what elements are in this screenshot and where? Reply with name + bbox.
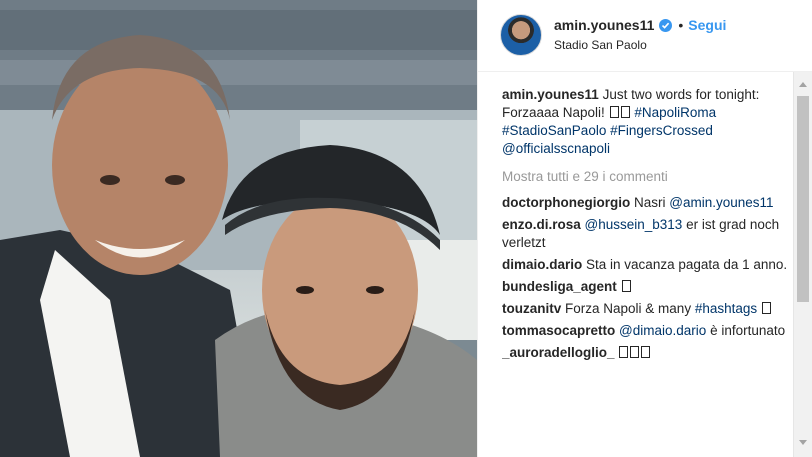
comment-username-link[interactable]: bundesliga_agent xyxy=(502,279,617,294)
scroll-up-arrow-icon[interactable] xyxy=(794,76,812,94)
comment-username-link[interactable]: dimaio.dario xyxy=(502,257,582,272)
list-item: _auroradelloglio_ xyxy=(502,344,792,362)
scroll-down-arrow-icon[interactable] xyxy=(794,433,812,451)
comment-username-link[interactable]: enzo.di.rosa xyxy=(502,217,581,232)
emoji-glyph xyxy=(621,280,631,292)
comment-text: Nasri xyxy=(634,195,666,210)
post-sidebar: amin.younes11 • Segui Stadio San Paolo a… xyxy=(477,0,812,457)
header-title-row: amin.younes11 • Segui xyxy=(554,17,726,33)
list-item: doctorphonegiorgio Nasri @amin.younes11 xyxy=(502,194,792,212)
header-username-link[interactable]: amin.younes11 xyxy=(554,17,654,33)
follow-button[interactable]: Segui xyxy=(688,17,726,33)
comment-username-link[interactable]: touzanitv xyxy=(502,301,561,316)
verified-badge-icon xyxy=(659,18,673,32)
emoji-glyph xyxy=(619,346,629,358)
comment-text: Forza Napoli & many xyxy=(565,301,692,316)
hashtag-link[interactable]: #NapoliRoma xyxy=(634,105,716,120)
hashtag-link[interactable]: #FingersCrossed xyxy=(610,123,713,138)
post-photo[interactable] xyxy=(0,0,477,457)
header-separator: • xyxy=(678,17,684,33)
mention-link[interactable]: @officialsscnapoli xyxy=(502,141,610,156)
list-item: touzanitv Forza Napoli & many #hashtags xyxy=(502,300,792,318)
mention-link[interactable]: @amin.younes11 xyxy=(669,195,773,210)
emoji-glyph xyxy=(761,302,771,314)
location-link[interactable]: Stadio San Paolo xyxy=(554,38,647,52)
emoji-glyph xyxy=(609,106,619,118)
avatar[interactable] xyxy=(500,14,542,56)
emoji-glyph xyxy=(641,346,651,358)
comment-text: Sta in vacanza pagata da 1 anno. xyxy=(586,257,788,272)
list-item: dimaio.dario Sta in vacanza pagata da 1 … xyxy=(502,256,792,274)
hashtag-link[interactable]: #StadioSanPaolo xyxy=(502,123,606,138)
comment-username-link[interactable]: doctorphonegiorgio xyxy=(502,195,630,210)
emoji-glyph xyxy=(630,346,640,358)
comments-scrollbar[interactable] xyxy=(793,72,812,457)
selfie-photo-illustration xyxy=(0,0,477,457)
post-header: amin.younes11 • Segui Stadio San Paolo xyxy=(478,0,812,72)
list-item: bundesliga_agent xyxy=(502,278,792,296)
hashtag-link[interactable]: #hashtags xyxy=(695,301,757,316)
comments-list: amin.younes11 Just two words for tonight… xyxy=(502,86,792,457)
mention-link[interactable]: @dimaio.dario xyxy=(619,323,706,338)
caption-username-link[interactable]: amin.younes11 xyxy=(502,87,599,102)
comment-text: è infortunato xyxy=(710,323,786,338)
view-all-comments-link[interactable]: Mostra tutti e 29 i commenti xyxy=(502,168,792,186)
comment-username-link[interactable]: tommasocapretto xyxy=(502,323,615,338)
list-item: tommasocapretto @dimaio.dario è infortun… xyxy=(502,322,792,340)
emoji-glyph xyxy=(620,106,630,118)
scrollbar-thumb[interactable] xyxy=(797,96,809,302)
caption: amin.younes11 Just two words for tonight… xyxy=(502,86,792,158)
list-item: enzo.di.rosa @hussein_b313 er ist grad n… xyxy=(502,216,792,252)
mention-link[interactable]: @hussein_b313 xyxy=(585,217,683,232)
comment-username-link[interactable]: _auroradelloglio_ xyxy=(502,345,615,360)
